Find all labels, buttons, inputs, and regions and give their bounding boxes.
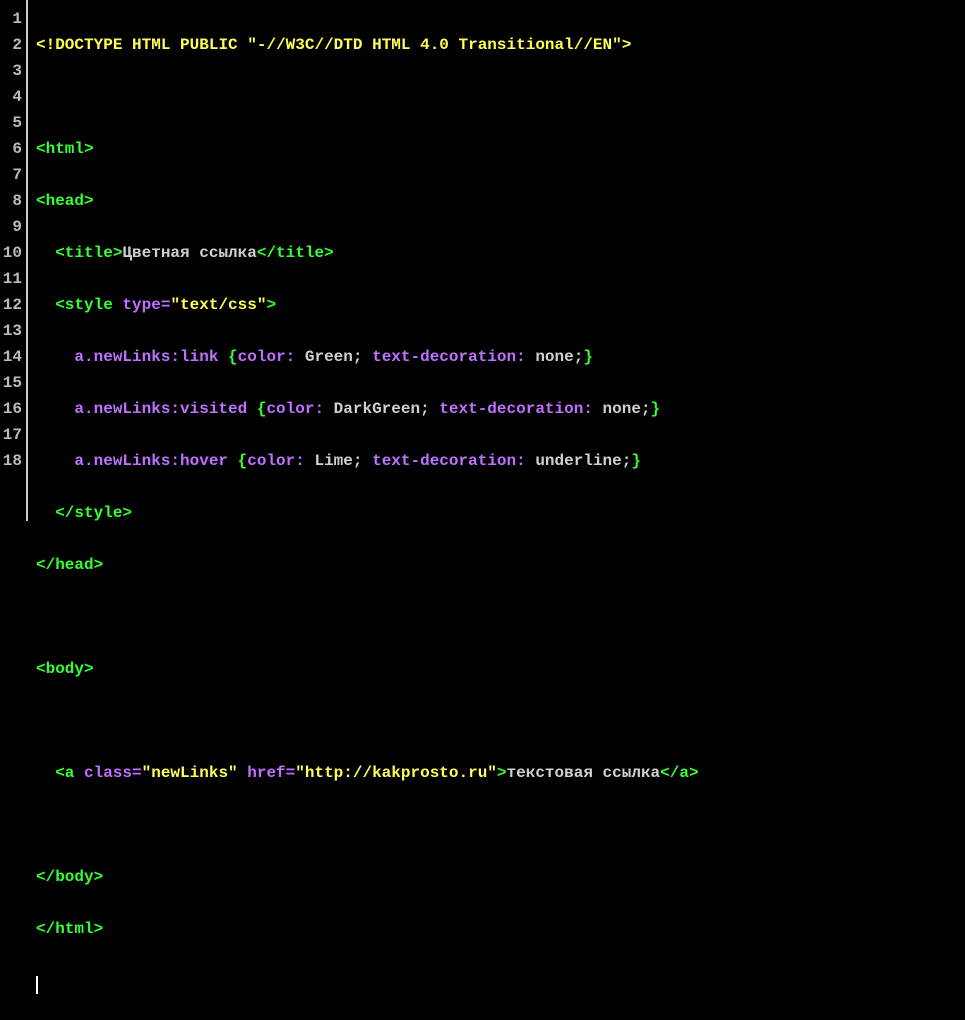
brace: {: [238, 452, 248, 470]
line-number: 1: [2, 6, 22, 32]
string: "newLinks": [142, 764, 238, 782]
string: "text/css": [170, 296, 266, 314]
code-line[interactable]: <body>: [36, 656, 957, 682]
code-line[interactable]: </head>: [36, 552, 957, 578]
line-number: 14: [2, 344, 22, 370]
attr: type=: [122, 296, 170, 314]
code-line[interactable]: <html>: [36, 136, 957, 162]
css-selector: a.newLinks:hover: [74, 452, 228, 470]
code-line[interactable]: </html>: [36, 916, 957, 942]
line-number: 2: [2, 32, 22, 58]
line-number: 18: [2, 448, 22, 474]
code-line[interactable]: [36, 84, 957, 110]
css-value: Lime;: [314, 452, 362, 470]
code-line[interactable]: </body>: [36, 864, 957, 890]
css-value: none;: [603, 400, 651, 418]
code-line[interactable]: [36, 968, 957, 994]
code-line[interactable]: [36, 812, 957, 838]
code-line[interactable]: a.newLinks:link {color: Green; text-deco…: [36, 344, 957, 370]
doctype-keyword: HTML: [132, 36, 170, 54]
tag: <title>: [55, 244, 122, 262]
doctype-string: "-//W3C//DTD HTML 4.0 Transitional//EN": [247, 36, 621, 54]
doctype-open: <!DOCTYPE: [36, 36, 122, 54]
line-number: 4: [2, 84, 22, 110]
tag: </title>: [257, 244, 334, 262]
code-line[interactable]: a.newLinks:hover {color: Lime; text-deco…: [36, 448, 957, 474]
text-node: Цветная ссылка: [122, 244, 256, 262]
string: "http://kakprosto.ru": [295, 764, 497, 782]
tag: </html>: [36, 920, 103, 938]
doctype-keyword: PUBLIC: [180, 36, 238, 54]
text-node: текстовая ссылка: [507, 764, 661, 782]
code-line[interactable]: <head>: [36, 188, 957, 214]
tag: >: [266, 296, 276, 314]
code-line[interactable]: <a class="newLinks" href="http://kakpros…: [36, 760, 957, 786]
tag: </a>: [660, 764, 698, 782]
code-line[interactable]: <style type="text/css">: [36, 292, 957, 318]
brace: }: [583, 348, 593, 366]
line-number: 16: [2, 396, 22, 422]
line-number: 9: [2, 214, 22, 240]
tag: </head>: [36, 556, 103, 574]
tag: <body>: [36, 660, 94, 678]
css-value: DarkGreen;: [334, 400, 430, 418]
line-number: 13: [2, 318, 22, 344]
line-number: 5: [2, 110, 22, 136]
line-number: 3: [2, 58, 22, 84]
line-number: 15: [2, 370, 22, 396]
tag: >: [497, 764, 507, 782]
css-prop: color:: [266, 400, 324, 418]
tag: </style>: [55, 504, 132, 522]
brace: {: [228, 348, 238, 366]
code-line[interactable]: a.newLinks:visited {color: DarkGreen; te…: [36, 396, 957, 422]
line-number: 10: [2, 240, 22, 266]
doctype-close: >: [622, 36, 632, 54]
line-number: 17: [2, 422, 22, 448]
css-selector: a.newLinks:visited: [74, 400, 247, 418]
css-prop: text-decoration:: [372, 348, 526, 366]
line-number: 6: [2, 136, 22, 162]
css-prop: color:: [247, 452, 305, 470]
css-prop: text-decoration:: [439, 400, 593, 418]
code-editor[interactable]: <!DOCTYPE HTML PUBLIC "-//W3C//DTD HTML …: [28, 0, 965, 521]
tag: <html>: [36, 140, 94, 158]
tag: </body>: [36, 868, 103, 886]
tag: <style: [55, 296, 113, 314]
attr: class=: [84, 764, 142, 782]
code-line[interactable]: </style>: [36, 500, 957, 526]
line-number: 7: [2, 162, 22, 188]
code-line[interactable]: [36, 708, 957, 734]
line-number: 12: [2, 292, 22, 318]
css-selector: a.newLinks:link: [74, 348, 218, 366]
text-cursor: [36, 976, 38, 994]
code-line[interactable]: [36, 604, 957, 630]
brace: {: [257, 400, 267, 418]
css-prop: color:: [238, 348, 296, 366]
line-number: 11: [2, 266, 22, 292]
brace: }: [631, 452, 641, 470]
line-number: 8: [2, 188, 22, 214]
tag: <head>: [36, 192, 94, 210]
tag: <a: [55, 764, 74, 782]
css-value: Green;: [305, 348, 363, 366]
line-number-gutter: 1 2 3 4 5 6 7 8 9 10 11 12 13 14 15 16 1…: [0, 0, 28, 521]
css-value: none;: [535, 348, 583, 366]
css-prop: text-decoration:: [372, 452, 526, 470]
brace: }: [651, 400, 661, 418]
code-line[interactable]: <!DOCTYPE HTML PUBLIC "-//W3C//DTD HTML …: [36, 32, 957, 58]
css-value: underline;: [535, 452, 631, 470]
code-line[interactable]: <title>Цветная ссылка</title>: [36, 240, 957, 266]
attr: href=: [247, 764, 295, 782]
